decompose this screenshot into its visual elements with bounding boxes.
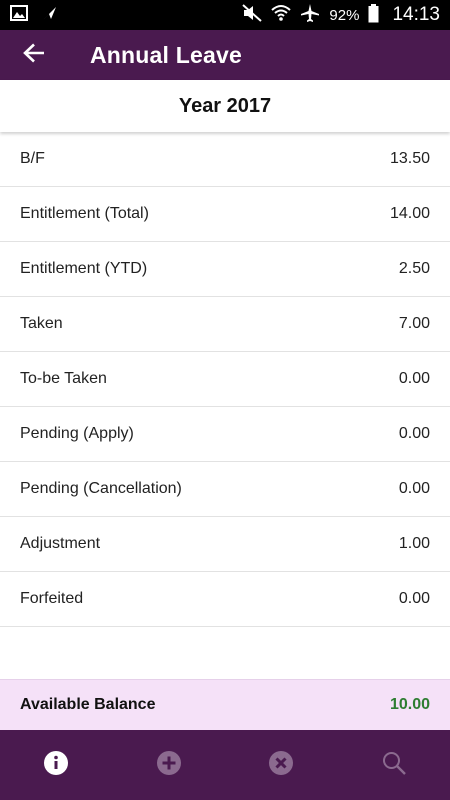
leave-details-list: B/F 13.50 Entitlement (Total) 14.00 Enti… bbox=[0, 132, 450, 627]
row-label: Taken bbox=[20, 315, 63, 332]
page-title: Annual Leave bbox=[90, 41, 242, 68]
row-value: 0.00 bbox=[398, 590, 430, 607]
clock: 14:13 bbox=[392, 4, 440, 25]
row-entitlement-ytd: Entitlement (YTD) 2.50 bbox=[0, 242, 450, 297]
back-arrow-icon bbox=[23, 43, 45, 68]
nav-search-button[interactable] bbox=[338, 730, 450, 800]
row-to-be-taken: To-be Taken 0.00 bbox=[0, 352, 450, 407]
status-right: 92% 14:13 bbox=[242, 3, 440, 27]
nav-cancel-button[interactable] bbox=[225, 730, 338, 800]
back-button[interactable] bbox=[0, 30, 80, 80]
row-label: Pending (Cancellation) bbox=[20, 480, 182, 497]
row-pending-cancellation: Pending (Cancellation) 0.00 bbox=[0, 462, 450, 517]
row-value: 7.00 bbox=[398, 315, 430, 332]
available-balance-value: 10.00 bbox=[389, 696, 430, 713]
info-icon bbox=[43, 750, 69, 781]
row-label: B/F bbox=[20, 150, 45, 167]
row-label: Forfeited bbox=[20, 590, 84, 607]
row-forfeited: Forfeited 0.00 bbox=[0, 572, 450, 627]
nav-add-button[interactable] bbox=[113, 730, 226, 800]
row-label: Entitlement (YTD) bbox=[20, 260, 148, 277]
airplane-mode-icon bbox=[300, 3, 320, 27]
row-adjustment: Adjustment 1.00 bbox=[0, 517, 450, 572]
add-icon bbox=[156, 750, 182, 781]
row-label: To-be Taken bbox=[20, 370, 107, 387]
available-balance-label: Available Balance bbox=[20, 696, 156, 713]
cancel-icon bbox=[268, 750, 294, 781]
nav-info-button[interactable] bbox=[0, 730, 113, 800]
status-bar: 92% 14:13 bbox=[0, 0, 450, 30]
wifi-icon bbox=[271, 4, 292, 26]
bottom-nav bbox=[0, 730, 450, 800]
gallery-notification-icon bbox=[10, 5, 28, 25]
app-bar: Annual Leave bbox=[0, 30, 450, 80]
row-label: Adjustment bbox=[20, 535, 101, 552]
mute-icon bbox=[242, 4, 263, 26]
status-left bbox=[10, 5, 58, 25]
row-value: 14.00 bbox=[389, 205, 430, 222]
row-label: Entitlement (Total) bbox=[20, 205, 149, 222]
row-value: 0.00 bbox=[398, 480, 430, 497]
row-label: Pending (Apply) bbox=[20, 425, 134, 442]
row-value: 0.00 bbox=[398, 425, 430, 442]
year-header: Year 2017 bbox=[0, 80, 450, 132]
search-icon bbox=[381, 750, 407, 781]
row-value: 1.00 bbox=[398, 535, 430, 552]
row-pending-apply: Pending (Apply) 0.00 bbox=[0, 407, 450, 462]
navigation-notification-icon bbox=[42, 5, 58, 25]
row-entitlement-total: Entitlement (Total) 14.00 bbox=[0, 187, 450, 242]
row-bf: B/F 13.50 bbox=[0, 132, 450, 187]
battery-percentage: 92% bbox=[329, 6, 360, 24]
row-taken: Taken 7.00 bbox=[0, 297, 450, 352]
battery-icon bbox=[368, 3, 379, 27]
row-value: 0.00 bbox=[398, 370, 430, 387]
row-value: 13.50 bbox=[389, 150, 430, 167]
available-balance-bar: Available Balance 10.00 bbox=[0, 679, 450, 730]
row-value: 2.50 bbox=[398, 260, 430, 277]
